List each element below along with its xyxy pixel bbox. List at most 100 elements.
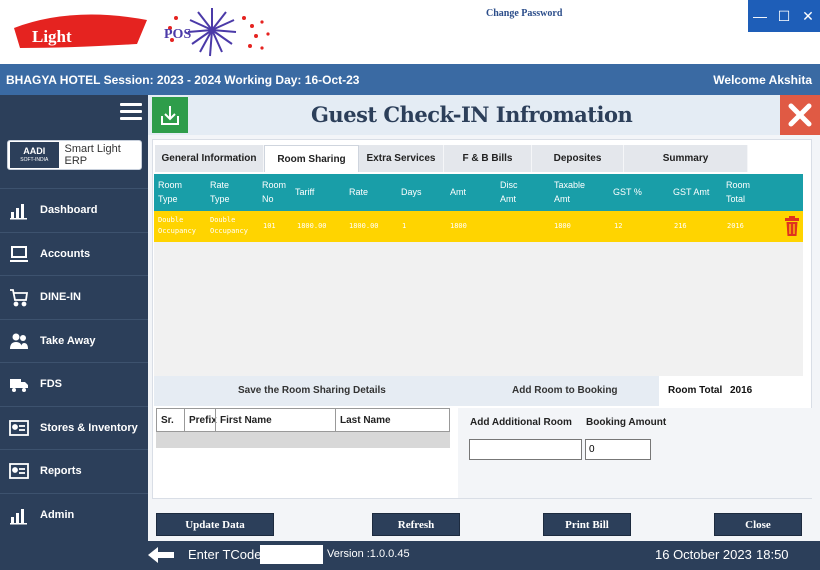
col-rate-type: Rate Type [210,180,230,204]
tab-summary[interactable]: Summary [624,145,748,172]
cell-rate: 1800.00 [349,222,379,230]
cell-amt: 1800 [450,222,467,230]
tab-bar: General Information Room Sharing Extra S… [155,145,748,172]
cell-gst-pct: 12 [614,222,623,230]
add-additional-room-input[interactable] [469,439,582,460]
window-controls: — ☐ ✕ [748,0,820,32]
brand-badge: AADI SOFT-INDIA Smart Light ERP [7,140,142,170]
tab-extra-services[interactable]: Extra Services [359,145,444,172]
session-info: BHAGYA HOTEL Session: 2023 - 2024 Workin… [6,73,360,87]
main-content: Guest Check-IN Infromation General Infor… [148,95,820,541]
sidebar-item-reports[interactable]: Reports [0,449,148,493]
col-sr: Sr. [161,415,174,426]
col-rate: Rate [349,187,369,197]
id-card-icon [8,460,30,482]
brand-name: Smart Light ERP [64,143,121,167]
table-row[interactable]: Double Occupancy Double Occupancy 101 18… [154,211,803,242]
col-taxable-amt: Taxable Amt [554,180,586,204]
tab-deposites[interactable]: Deposites [532,145,624,172]
close-form-icon[interactable] [780,95,820,135]
col-disc-amt: Disc Amt [500,180,518,204]
add-additional-room-label: Add Additional Room [470,417,572,428]
col-first-name: First Name [220,415,272,426]
update-data-button[interactable]: Update Data [156,513,274,536]
status-footer: Enter TCode Version :1.0.0.45 16 October… [0,541,820,570]
download-save-icon[interactable] [152,97,188,133]
cell-days: 1 [402,222,407,230]
close-button[interactable]: Close [714,513,802,536]
hamburger-menu-icon[interactable] [120,103,142,124]
aadi-logo: AADI SOFT-INDIA [10,142,59,168]
form-panel: General Information Room Sharing Extra S… [152,139,813,499]
cell-tariff: 1800.00 [297,222,327,230]
sidebar-item-stores-inventory[interactable]: Stores & Inventory [0,405,148,450]
sidebar-item-take-away[interactable]: Take Away [0,318,148,363]
maximize-icon[interactable]: ☐ [772,0,796,32]
action-buttons: Update Data Refresh Print Bill Close [148,511,820,539]
save-room-sharing-link[interactable]: Save the Room Sharing Details [238,385,386,396]
svg-text:Light: Light [32,27,72,46]
sidebar-item-fds[interactable]: FDS [0,362,148,406]
welcome-user: Welcome Akshita [713,73,812,87]
col-gst-pct: GST % [613,187,642,197]
tab-fb-bills[interactable]: F & B Bills [444,145,532,172]
users-icon [8,330,30,352]
back-arrow-icon[interactable] [148,547,174,563]
close-icon[interactable]: ✕ [796,0,820,32]
current-time: 18:50 [756,547,789,562]
top-bar: Light POS Change Password — ☐ ✕ [0,0,820,64]
trash-icon[interactable] [785,216,799,236]
room-total-value: 2016 [730,385,753,396]
sidebar: AADI SOFT-INDIA Smart Light ERP Dashboar… [0,95,148,541]
cart-icon [8,286,30,308]
sidebar-item-admin[interactable]: Admin [0,492,148,537]
tcode-input[interactable] [260,545,323,564]
room-sharing-actions-strip: Save the Room Sharing Details Add Room t… [154,376,803,406]
print-bill-button[interactable]: Print Bill [543,513,631,536]
current-date: 16 October 2023 [655,547,752,562]
add-room-to-booking-link[interactable]: Add Room to Booking [512,385,618,396]
page-title: Guest Check-IN Infromation [311,102,633,127]
room-total-label: Room Total [668,385,723,396]
room-grid-header: Room Type Rate Type Room No Tariff Rate … [154,174,803,211]
version-label: Version :1.0.0.45 [327,548,410,560]
col-tariff: Tariff [295,187,315,197]
guest-table-empty-row[interactable] [156,432,450,448]
tab-general-information[interactable]: General Information [155,145,264,172]
cell-gst-amt: 216 [674,222,687,230]
cell-room-type: Double Occupancy [158,216,196,235]
guest-sharing-table: Sr. Prefix First Name Last Name [156,408,450,494]
add-room-section: Add Additional Room Booking Amount [458,408,813,498]
guest-table-header: Sr. Prefix First Name Last Name [156,408,450,432]
monitor-icon [8,243,30,265]
col-prefix: Prefix [189,415,217,426]
cell-room-no: 101 [263,222,276,230]
session-bar: BHAGYA HOTEL Session: 2023 - 2024 Workin… [0,64,820,95]
id-card-icon [8,417,30,439]
col-room-type: Room Type [158,180,183,204]
tab-room-sharing[interactable]: Room Sharing [264,145,359,172]
change-password-link[interactable]: Change Password [486,8,562,19]
refresh-button[interactable]: Refresh [372,513,460,536]
minimize-icon[interactable]: — [748,0,772,32]
cell-rate-type: Double Occupancy [210,216,248,235]
sidebar-menu: Dashboard Accounts DINE-IN Take Away FDS [0,188,148,536]
sidebar-item-dine-in[interactable]: DINE-IN [0,275,148,319]
col-room-no: Room No [262,180,287,204]
col-amt: Amt [450,187,467,197]
title-row: Guest Check-IN Infromation [148,95,820,135]
cell-taxable-amt: 1800 [554,222,571,230]
booking-amount-label: Booking Amount [586,417,667,428]
room-grid-empty-area [154,242,803,376]
tcode-label: Enter TCode [188,547,262,562]
chart-icon [8,504,30,526]
sidebar-item-accounts[interactable]: Accounts [0,231,148,276]
sidebar-item-dashboard[interactable]: Dashboard [0,188,148,232]
col-days: Days [401,187,422,197]
truck-icon [8,373,30,395]
cell-room-total: 2016 [727,222,744,230]
light-pos-logo: Light POS [14,8,270,57]
col-gst-amt: GST Amt [673,187,710,197]
booking-amount-input[interactable] [585,439,651,460]
chart-icon [8,199,30,221]
